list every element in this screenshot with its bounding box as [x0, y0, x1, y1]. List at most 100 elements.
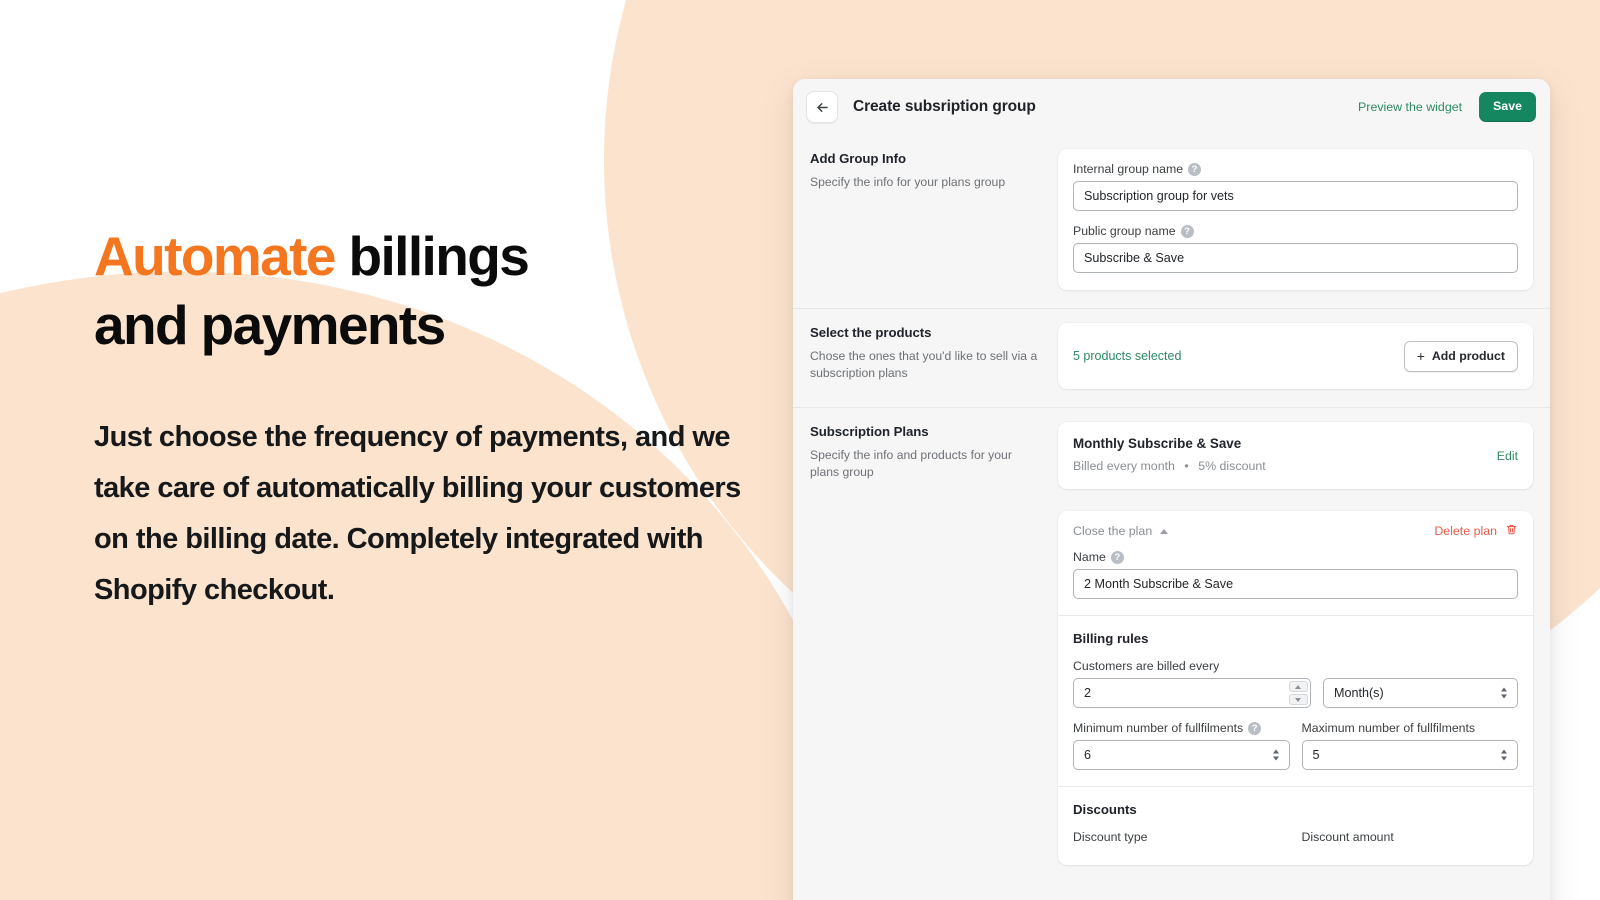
plus-icon: +	[1416, 347, 1425, 364]
plan-name-label: Name	[1073, 550, 1106, 564]
question-mark-icon[interactable]: ?	[1110, 550, 1124, 564]
stepper-down-button[interactable]	[1288, 694, 1308, 705]
caret-up-icon	[1501, 749, 1507, 754]
caret-up-icon	[1295, 684, 1302, 689]
section-1-title: Add Group Info	[810, 151, 906, 166]
max-fulfilments-label-col: Maximum number of fullfilments 5	[1301, 721, 1519, 770]
public-group-name-input[interactable]: Subscribe & Save	[1073, 243, 1518, 273]
arrow-left-icon	[815, 100, 830, 115]
group-info-card: Internal group name ? Subscription group…	[1058, 149, 1533, 290]
discounts-labels-row: Discount type Discount amount	[1073, 830, 1518, 849]
max-fulfilments-label: Maximum number of fullfilments	[1301, 721, 1476, 735]
edit-plan-link[interactable]: Edit	[1497, 449, 1518, 463]
section-3-content: Monthly Subscribe & Save Billed every mo…	[1058, 422, 1533, 865]
min-fulfilments-label: Minimum number of fullfilments	[1073, 721, 1244, 735]
internal-group-name-label-row: Internal group name ?	[1073, 162, 1518, 176]
section-subscription-plans: Subscription Plans Specify the info and …	[793, 407, 1550, 883]
delete-plan-button[interactable]: Delete plan	[1434, 523, 1518, 539]
marketing-subcopy: Just choose the frequency of payments, a…	[94, 420, 741, 606]
billing-interval-row: 2 Month(s)	[1073, 678, 1518, 708]
select-spinner-icon	[1501, 687, 1507, 699]
billing-interval-col: 2	[1073, 678, 1311, 708]
min-fulfilments-label-row: Minimum number of fullfilments ?	[1073, 721, 1290, 735]
save-button[interactable]: Save	[1479, 92, 1536, 122]
max-fulfilments-spinner[interactable]	[1501, 749, 1507, 761]
caret-down-icon	[1295, 697, 1302, 702]
plan-editor-card: Close the plan Delete plan Name ? 2 Mont…	[1058, 511, 1533, 865]
billing-unit-value: Month(s)	[1333, 686, 1384, 700]
preview-widget-link[interactable]: Preview the widget	[1358, 100, 1462, 114]
plan-editor-header: Close the plan Delete plan	[1058, 511, 1533, 550]
public-group-name-label: Public group name	[1073, 224, 1176, 238]
plan-summary-name: Monthly Subscribe & Save	[1073, 436, 1242, 451]
section-select-products: Select the products Chose the ones that …	[793, 308, 1550, 407]
discounts-title: Discounts	[1073, 802, 1137, 817]
min-fulfilments-value: 6	[1084, 748, 1092, 762]
section-add-group-info: Add Group Info Specify the info for your…	[793, 135, 1550, 308]
question-mark-icon[interactable]: ?	[1248, 721, 1262, 735]
section-1-subtitle: Specify the info for your plans group	[810, 175, 1006, 189]
max-fulfilments-input[interactable]: 5	[1301, 740, 1518, 770]
plan-summary-discount: 5% discount	[1198, 459, 1266, 473]
billing-interval-stepper[interactable]	[1288, 681, 1308, 705]
question-mark-icon[interactable]: ?	[1188, 162, 1202, 176]
add-product-button[interactable]: + Add product	[1403, 340, 1518, 372]
products-selected-count: 5 products selected	[1073, 349, 1182, 363]
min-fulfilments-label-col: Minimum number of fullfilments ? 6	[1073, 721, 1290, 770]
internal-group-name-input[interactable]: Subscription group for vets	[1073, 181, 1518, 211]
page-root: Automate billings and payments Just choos…	[0, 0, 1600, 900]
close-plan-toggle[interactable]: Close the plan	[1073, 524, 1169, 538]
fulfilments-labels-row: Minimum number of fullfilments ? 6 Maxim…	[1073, 721, 1518, 770]
marketing-copy: Automate billings and payments Just choos…	[94, 222, 754, 616]
stepper-up-button[interactable]	[1288, 681, 1308, 692]
back-button[interactable]	[806, 91, 838, 123]
plan-name-input[interactable]: 2 Month Subscribe & Save	[1073, 569, 1518, 599]
max-fulfilments-label-row: Maximum number of fullfilments	[1302, 721, 1519, 735]
billing-interval-input[interactable]: 2	[1073, 678, 1311, 708]
section-3-title: Subscription Plans	[810, 424, 929, 439]
section-2-description: Select the products Chose the ones that …	[810, 323, 1058, 389]
chevron-up-icon	[1160, 528, 1169, 534]
discount-amount-label: Discount amount	[1301, 830, 1394, 844]
add-product-label: Add product	[1431, 348, 1505, 363]
discount-amount-col: Discount amount	[1302, 830, 1519, 849]
plan-name-label-row: Name ?	[1073, 550, 1518, 564]
section-2-title: Select the products	[810, 325, 932, 340]
billing-interval-label: Customers are billed every	[1073, 659, 1220, 673]
caret-down-icon	[1501, 694, 1507, 699]
trash-icon	[1505, 523, 1518, 539]
close-plan-label: Close the plan	[1073, 524, 1153, 538]
internal-group-name-label: Internal group name	[1073, 162, 1184, 176]
section-1-content: Internal group name ? Subscription group…	[1058, 149, 1533, 290]
section-2-subtitle: Chose the ones that you'd like to sell v…	[810, 349, 1038, 381]
question-mark-icon[interactable]: ?	[1180, 224, 1194, 238]
headline-rest: billings	[334, 225, 530, 287]
delete-plan-label: Delete plan	[1434, 524, 1497, 538]
discount-type-col: Discount type	[1073, 830, 1290, 849]
app-header: Create subsription group Preview the wid…	[793, 79, 1550, 135]
caret-down-icon	[1501, 756, 1507, 761]
section-1-description: Add Group Info Specify the info for your…	[810, 149, 1058, 290]
caret-down-icon	[1272, 756, 1279, 761]
discounts-block: Discounts Discount type Discount amount	[1058, 787, 1533, 865]
caret-up-icon	[1501, 687, 1507, 692]
page-title: Create subsription group	[853, 98, 1036, 115]
public-group-name-label-row: Public group name ?	[1073, 224, 1518, 238]
billing-rules-block: Billing rules Customers are billed every…	[1058, 616, 1533, 786]
app-window: Create subsription group Preview the wid…	[793, 79, 1550, 900]
headline: Automate billings and payments	[94, 222, 754, 360]
billing-unit-select[interactable]: Month(s)	[1322, 678, 1518, 708]
plan-name-block: Name ? 2 Month Subscribe & Save	[1058, 550, 1533, 615]
section-2-content: 5 products selected + Add product	[1058, 323, 1533, 389]
min-fulfilments-input[interactable]: 6	[1073, 740, 1290, 770]
plan-summary-billing: Billed every month	[1073, 459, 1175, 473]
internal-group-name-field: Internal group name ? Subscription group…	[1073, 162, 1518, 211]
plan-summary-card: Monthly Subscribe & Save Billed every mo…	[1058, 422, 1533, 489]
public-group-name-field: Public group name ? Subscribe & Save	[1073, 224, 1518, 273]
section-3-description: Subscription Plans Specify the info and …	[810, 422, 1058, 865]
headline-accent: Automate	[94, 225, 336, 287]
section-3-subtitle: Specify the info and products for your p…	[810, 448, 1012, 480]
min-fulfilments-spinner[interactable]	[1272, 749, 1279, 761]
headline-line2: and payments	[94, 293, 446, 356]
max-fulfilments-value: 5	[1312, 748, 1320, 762]
